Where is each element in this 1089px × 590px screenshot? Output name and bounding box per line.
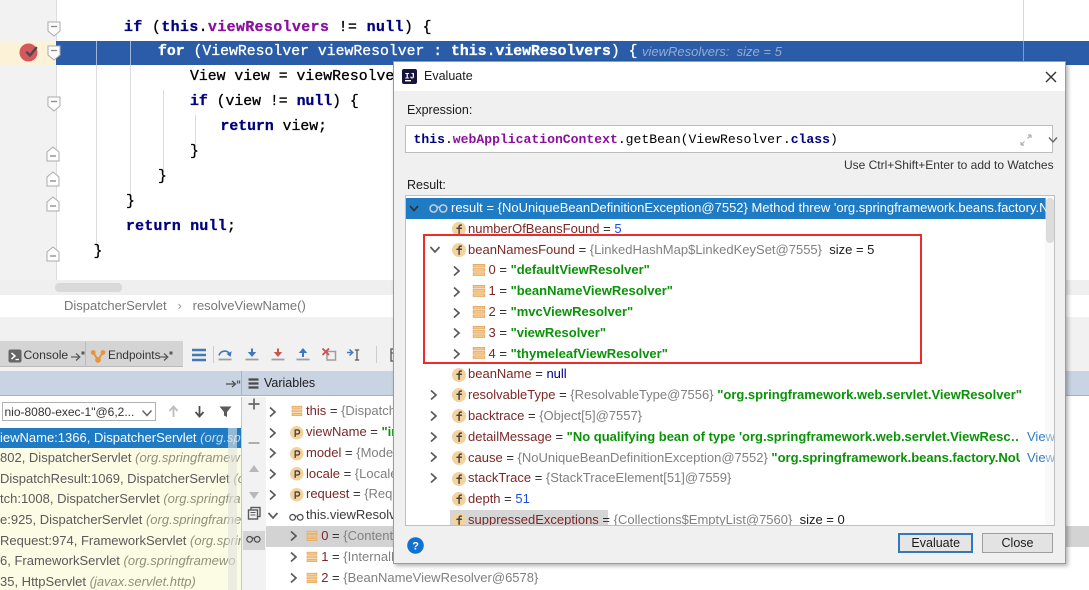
svg-text:?: ?: [412, 540, 419, 552]
